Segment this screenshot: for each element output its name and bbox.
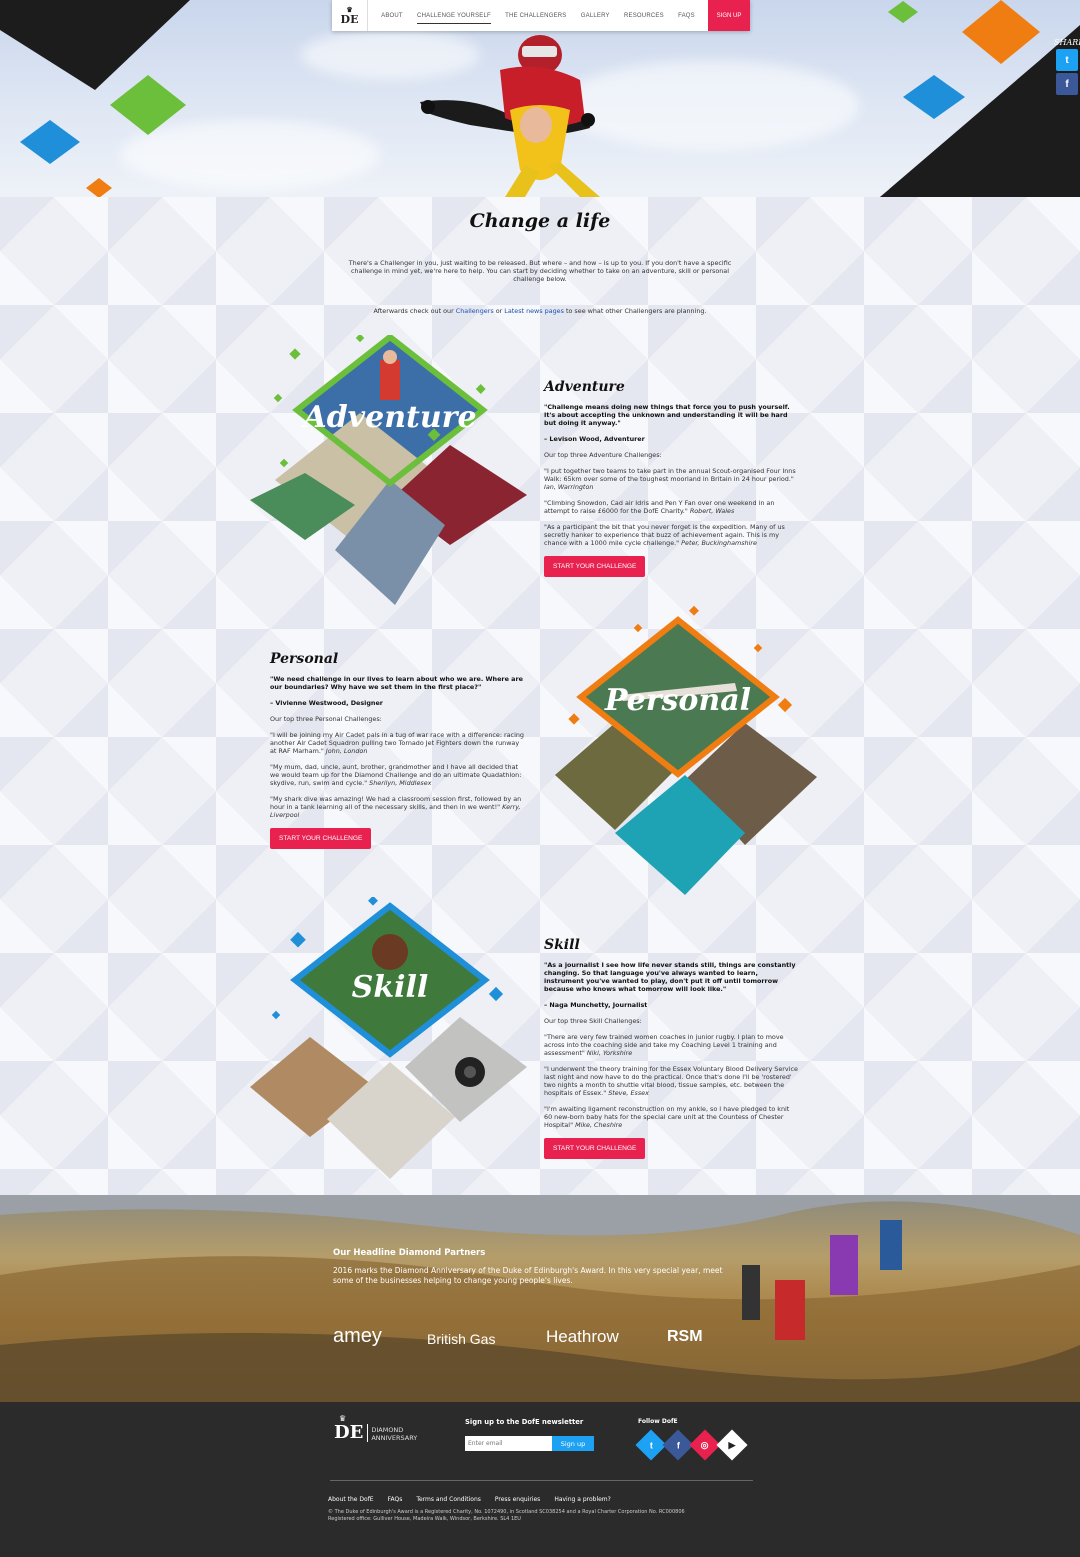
personal-section: Personal "We need challenge in our lives… (270, 651, 525, 849)
newsletter-form: Sign up (465, 1436, 594, 1451)
rsm-logo[interactable]: RSM (667, 1328, 703, 1346)
partners-banner: Our Headline Diamond Partners 2016 marks… (0, 1195, 1080, 1402)
latest-news-link[interactable]: Latest news pages (504, 307, 564, 315)
hikers-landscape-image (0, 1195, 1080, 1402)
crown-icon: ♛ (339, 1414, 347, 1423)
footer-divider (330, 1480, 753, 1481)
skill-section: Skill "As a journalist I see how life ne… (544, 937, 799, 1159)
facebook-icon[interactable]: f (1056, 73, 1078, 95)
british-gas-logo[interactable]: British Gas (427, 1331, 495, 1347)
skill-heading: Skill (544, 937, 580, 953)
crown-icon: ♛ (346, 4, 353, 14)
nav-item-about[interactable]: ABOUT (381, 11, 403, 21)
skill-testimonial: "There are very few trained women coache… (544, 1033, 784, 1057)
skill-quote-author: – Naga Munchetty, Journalist (544, 1001, 648, 1009)
youtube-icon[interactable]: ▶ (716, 1429, 748, 1461)
footer-link-faqs[interactable]: FAQs (388, 1496, 403, 1503)
challengers-link[interactable]: Challengers (456, 307, 494, 315)
personal-intro: Our top three Personal Challenges: (270, 715, 382, 723)
adventure-montage-image: Adventure (250, 335, 527, 605)
adventure-quote: "Challenge means doing new things that f… (544, 403, 790, 427)
skill-overlay-text: Skill (352, 970, 429, 1005)
challenge-content: Change a life There's a Challenger in yo… (0, 197, 1080, 1195)
personal-quote-author: – Vivienne Westwood, Designer (270, 699, 383, 707)
intro-paragraph: There's a Challenger in you, just waitin… (348, 259, 732, 283)
top-nav: ♛ DE ABOUT CHALLENGE YOURSELF THE CHALLE… (332, 0, 750, 31)
nav-item-challenge-yourself[interactable]: CHALLENGE YOURSELF (417, 11, 491, 24)
footer-link-problem[interactable]: Having a problem? (554, 1496, 611, 1503)
skill-testimonial: "I'm awaiting ligament reconstruction on… (544, 1105, 790, 1129)
nav-item-resources[interactable]: RESOURCES (624, 11, 664, 21)
newsletter-signup-button[interactable]: Sign up (552, 1436, 594, 1451)
nav-item-gallery[interactable]: GALLERY (581, 11, 610, 21)
nav-menu: ABOUT CHALLENGE YOURSELF THE CHALLENGERS… (368, 11, 708, 24)
page-title: Change a life (469, 210, 611, 232)
share-bar: SHARE t f (1054, 38, 1080, 97)
footer: ♛ DE DIAMOND ANNIVERSARY Sign up to the D… (0, 1402, 1080, 1557)
personal-start-challenge-button[interactable]: START YOUR CHALLENGE (270, 828, 372, 849)
adventure-testimonial: "Climbing Snowdon, Cad air Idris and Pen… (544, 499, 775, 515)
personal-overlay-text: Personal (604, 683, 751, 718)
personal-quote: "We need challenge in our lives to learn… (270, 675, 523, 691)
follow-title: Follow DofE (638, 1418, 678, 1425)
adventure-intro: Our top three Adventure Challenges: (544, 451, 662, 459)
skill-testimonial: "I underwent the theory training for the… (544, 1065, 798, 1097)
personal-testimonial: "My shark dive was amazing! We had a cla… (270, 795, 522, 819)
adventure-testimonial: "I put together two teams to take part i… (544, 467, 796, 491)
nav-item-the-challengers[interactable]: THE CHALLENGERS (505, 11, 566, 21)
nav-item-faqs[interactable]: FAQS (678, 11, 695, 21)
sign-up-button[interactable]: SIGN UP (708, 0, 750, 31)
footer-dofe-logo[interactable]: ♛ DE DIAMOND ANNIVERSARY (334, 1414, 417, 1442)
footer-link-press[interactable]: Press enquiries (495, 1496, 540, 1503)
adventure-start-challenge-button[interactable]: START YOUR CHALLENGE (544, 556, 646, 577)
twitter-icon[interactable]: t (1056, 49, 1078, 71)
skill-quote: "As a journalist I see how life never st… (544, 961, 796, 993)
adventure-quote-author: – Levison Wood, Adventurer (544, 435, 645, 443)
footer-links: About the DofE FAQs Terms and Conditions… (328, 1496, 611, 1503)
footer-link-terms[interactable]: Terms and Conditions (416, 1496, 481, 1503)
skill-montage-image: Skill (250, 897, 527, 1179)
skill-intro: Our top three Skill Challenges: (544, 1017, 642, 1025)
adventure-heading: Adventure (544, 379, 625, 395)
amey-logo[interactable]: amey (333, 1325, 382, 1348)
newsletter-title: Sign up to the DofE newsletter (465, 1418, 584, 1426)
hero-banner: ♛ DE ABOUT CHALLENGE YOURSELF THE CHALLE… (0, 0, 1080, 197)
skydivers-image (420, 35, 600, 197)
intro-links-paragraph: Afterwards check out our Challengers or … (373, 307, 707, 315)
skill-start-challenge-button[interactable]: START YOUR CHALLENGE (544, 1138, 646, 1159)
dofe-logo[interactable]: ♛ DE (332, 0, 368, 31)
heathrow-logo[interactable]: Heathrow (546, 1327, 619, 1347)
social-links: t f ◎ ▶ (635, 1429, 748, 1461)
personal-heading: Personal (270, 651, 339, 667)
newsletter-email-input[interactable] (465, 1436, 552, 1451)
share-label: SHARE (1054, 38, 1080, 47)
footer-link-about[interactable]: About the DofE (328, 1496, 374, 1503)
personal-montage-image: Personal (555, 605, 817, 895)
personal-testimonial: "I will be joining my Air Cadet pals in … (270, 731, 524, 755)
personal-testimonial: "My mum, dad, uncle, aunt, brother, gran… (270, 763, 522, 787)
partners-text: 2016 marks the Diamond Anniversary of th… (333, 1266, 723, 1285)
adventure-section: Adventure "Challenge means doing new thi… (544, 379, 799, 577)
partners-title: Our Headline Diamond Partners (333, 1248, 486, 1258)
adventure-testimonial: "As a participant the bit that you never… (544, 523, 785, 547)
legal-text: © The Duke of Edinburgh's Award is a Reg… (328, 1509, 685, 1522)
adventure-overlay-text: Adventure (300, 400, 476, 435)
